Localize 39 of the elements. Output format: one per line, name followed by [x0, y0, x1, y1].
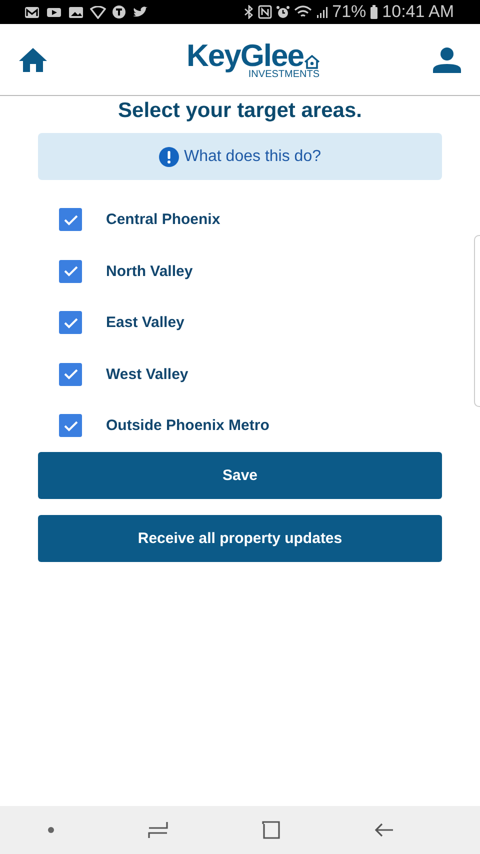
check-icon — [62, 265, 78, 278]
area-label: West Valley — [106, 366, 188, 383]
save-button[interactable]: Save — [38, 452, 442, 498]
bluetooth-icon — [244, 5, 254, 19]
check-icon — [62, 368, 78, 380]
video-icon — [46, 6, 62, 18]
image-icon — [68, 6, 84, 18]
area-label: Outside Phoenix Metro — [106, 417, 270, 434]
area-label: Central Phoenix — [106, 211, 220, 228]
recents-icon[interactable] — [148, 821, 168, 839]
user-icon[interactable] — [432, 46, 462, 72]
dot-icon[interactable] — [46, 826, 54, 834]
page-title: Select your target areas. — [117, 98, 363, 124]
wifi-icon — [294, 5, 312, 19]
logo: KeyGlee INVESTMENTS — [186, 40, 320, 80]
alarm-icon — [276, 5, 290, 19]
area-label: North Valley — [106, 262, 193, 280]
battery-icon — [370, 5, 378, 19]
signal-icon — [316, 5, 328, 19]
home-button-icon[interactable] — [260, 821, 280, 839]
area-label: East Valley — [106, 314, 184, 332]
check-icon — [62, 420, 78, 432]
circle-t-icon — [112, 5, 126, 19]
clock: 10:41 AM — [382, 2, 454, 22]
check-icon — [62, 316, 78, 329]
back-icon[interactable] — [374, 822, 394, 838]
updates-button[interactable]: Receive all property updates — [38, 514, 442, 562]
checkbox[interactable] — [59, 311, 82, 334]
battery-percent: 71% — [332, 2, 366, 22]
checkbox[interactable] — [59, 208, 82, 232]
checkbox[interactable] — [59, 362, 82, 386]
checkbox[interactable] — [59, 260, 82, 283]
home-icon[interactable] — [18, 46, 48, 72]
exclamation-icon — [159, 146, 180, 166]
nfc-icon — [258, 5, 272, 19]
bird-icon — [132, 6, 148, 18]
info-link[interactable]: What does this do? — [38, 133, 442, 180]
check-icon — [62, 214, 78, 226]
checkbox[interactable] — [59, 414, 82, 438]
